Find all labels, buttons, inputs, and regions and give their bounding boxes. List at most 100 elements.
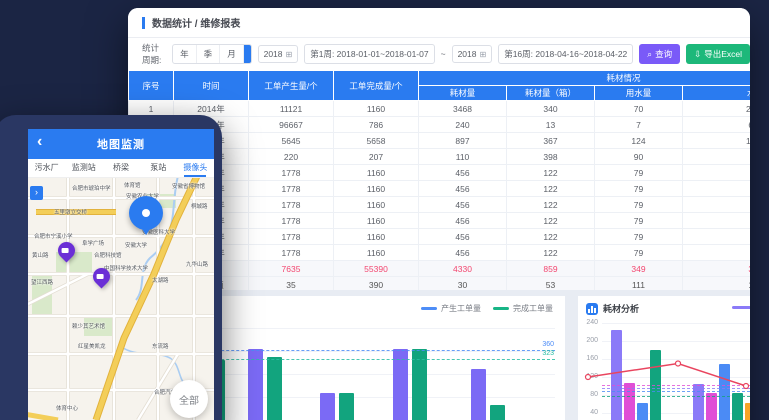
table-cell: 79 [595,181,683,197]
table-cell: 5645 [249,133,334,149]
table-cell: 1290 [683,133,751,149]
table-cell: 5658 [334,133,419,149]
table-cell: 90 [595,149,683,165]
reference-line [602,396,750,397]
table-cell: 67 [683,181,751,197]
year-to-value: 2018 [458,49,477,59]
phone-page-title: 地图监测 [97,136,145,152]
table-cell: 4330 [419,261,507,277]
table-cell: 859 [507,261,595,277]
table-header: 序号 时间 工单产生量/个 工单完成量/个 耗材情况 耗材量 耗材量（箱） 用水… [129,71,751,101]
table-cell: 220 [249,149,334,165]
breadcrumb-accent [142,17,145,29]
table-cell: 79 [595,229,683,245]
period-option-year[interactable]: 年 [173,45,197,63]
table-cell: 398 [507,149,595,165]
reference-line [602,385,750,386]
period-segmented-control[interactable]: 年 季 月 周 日 [172,44,251,64]
table-cell: 122 [507,245,595,261]
breadcrumb: 数据统计 / 维修报表 [152,15,240,30]
period-option-quarter[interactable]: 季 [197,45,221,63]
bar-产生工单量[interactable] [471,369,486,420]
table-cell: 67 [683,197,751,213]
legend-item-completed[interactable]: 完成工单量 [493,303,553,314]
legend-item-created[interactable]: 产生工单量 [421,303,481,314]
reference-label: 323 [542,350,554,357]
col-header-time: 时间 [174,71,249,101]
map-label: 桐城路 [191,202,208,210]
map-label: 合肥市琥珀中学 [72,184,111,192]
week-to-value: 第16周: 2018-04-16~2018-04-22 [504,48,627,60]
tab-camera[interactable]: 摄像头 [177,159,214,177]
table-cell: 7 [595,117,683,133]
reference-label: 360 [542,341,554,348]
map-label: 体育中心 [56,404,78,412]
table-cell: 2503 [683,101,751,117]
phone-tab-bar: 污水厂 监测站 桥梁 泵站 摄像头 [28,159,214,178]
bar-产生工单量[interactable] [320,393,335,420]
map-label: 安徽大学 [125,241,147,249]
table-cell: 67 [683,245,751,261]
filter-bar: 统计周期: 年 季 月 周 日 2018 ⊞ 第1周: 2018-01-01~2… [128,38,750,70]
bar-完成工单量[interactable] [339,393,354,420]
consumable-bar[interactable] [611,330,622,420]
table-cell: 122 [507,213,595,229]
table-cell: 456 [419,181,507,197]
table-cell: 1160 [334,181,419,197]
period-option-month[interactable]: 月 [220,45,244,63]
table-cell: 79 [595,213,683,229]
map-view[interactable]: 合肥市琥珀中学 体育馆 安徽农业大学 安徽省博物馆 五里墩立交桥 合肥市宁溪小学… [28,178,214,420]
back-icon[interactable]: ‹ [37,133,42,151]
export-button-label: 导出Excel [704,48,742,60]
table-cell: 1160 [334,101,419,117]
workorder-chart-legend: 产生工单量 完成工单量 [421,303,553,314]
period-option-week[interactable]: 周 [244,45,252,63]
map-label: 太湖路 [152,276,169,284]
expand-panel-button[interactable]: › [30,186,43,200]
bar-完成工单量[interactable] [267,357,282,420]
table-cell: 456 [419,197,507,213]
bar-完成工单量[interactable] [490,405,505,420]
table-cell: 122 [507,181,595,197]
y-axis-tick: 200 [578,337,598,344]
consumable-bar[interactable] [745,403,750,420]
table-cell: 690 [683,117,751,133]
tab-bridge[interactable]: 桥梁 [102,159,139,177]
year-to-select[interactable]: 2018 ⊞ [452,45,493,63]
table-cell: 349 [595,261,683,277]
reference-line [602,391,750,392]
period-label: 统计周期: [142,42,166,66]
map-label: 安徽省博物馆 [172,182,205,190]
week-to-field[interactable]: 第16周: 2018-04-16~2018-04-22 [498,44,633,64]
tab-sewage-plant[interactable]: 污水厂 [28,159,65,177]
week-from-value: 第1周: 2018-01-01~2018-01-07 [310,48,428,60]
table-cell: 7635 [249,261,334,277]
year-from-select[interactable]: 2018 ⊞ [258,45,299,63]
show-all-button[interactable]: 全部 [170,380,208,418]
map-label: 体育馆 [124,181,141,189]
consumable-bar[interactable] [637,403,648,420]
range-separator: ~ [441,49,446,59]
table-cell: 456 [419,165,507,181]
table-cell: 240 [419,117,507,133]
table-cell: 11121 [249,101,334,117]
query-button-label: 查询 [655,48,672,60]
query-button[interactable]: ⌕ 查询 [639,44,680,64]
search-icon: ⌕ [647,49,652,60]
table-row[interactable]: 12014年1112111603468340702503 [129,101,751,117]
legend-label: 完成工单量 [513,303,553,314]
consumables-chart-panel: 耗材分析 2402001601208040 [578,296,750,420]
table-cell: 340 [507,101,595,117]
tab-monitor-station[interactable]: 监测站 [65,159,102,177]
map-label: 九华山路 [186,260,208,268]
reference-line [602,388,750,389]
week-from-field[interactable]: 第1周: 2018-01-01~2018-01-07 [304,44,434,64]
table-cell: 1778 [249,197,334,213]
map-label: 东流路 [152,342,169,350]
selected-marker-pin[interactable] [129,196,163,230]
export-excel-button[interactable]: ⇩ 导出Excel [686,44,750,64]
tab-pump-station[interactable]: 泵站 [140,159,177,177]
table-row[interactable]: 22015年96667786240137690 [129,117,751,133]
table-cell: 1778 [249,229,334,245]
calendar-icon: ⊞ [479,50,486,59]
